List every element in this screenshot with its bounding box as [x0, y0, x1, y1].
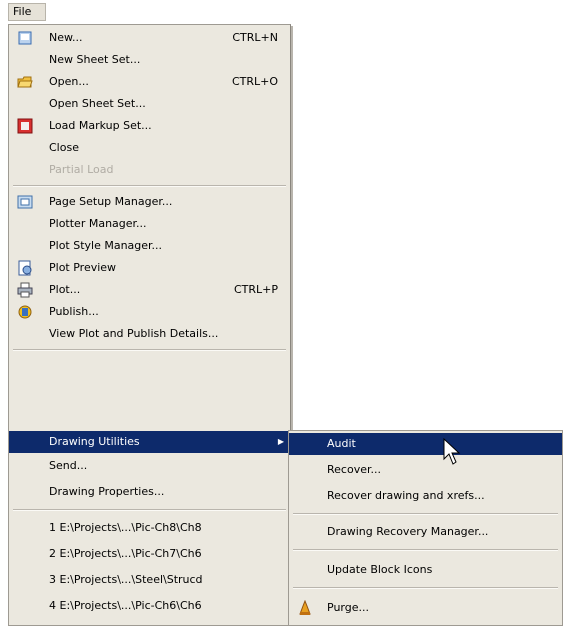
- menu-item-label: Plot...: [49, 283, 81, 296]
- menu-item-purge[interactable]: Purge...: [289, 597, 562, 619]
- open-folder-icon: [17, 74, 33, 90]
- page-setup-icon: [17, 194, 33, 210]
- menu-item-page-setup-manager[interactable]: Page Setup Manager...: [9, 191, 290, 213]
- recent-file-label: 1 E:\Projects\...\Pic-Ch8\Ch8: [49, 521, 202, 534]
- menu-item-label: Open Sheet Set...: [49, 97, 146, 110]
- menu-item-label: Publish...: [49, 305, 99, 318]
- menu-item-label: Send...: [49, 459, 88, 472]
- menu-item-view-plot-details[interactable]: View Plot and Publish Details...: [9, 323, 290, 345]
- recent-file-4[interactable]: 4 E:\Projects\...\Pic-Ch6\Ch6: [9, 595, 290, 617]
- menu-bar: File: [0, 0, 563, 24]
- menu-item-plot-preview[interactable]: Plot Preview: [9, 257, 290, 279]
- menu-item-load-markup-set[interactable]: Load Markup Set...: [9, 115, 290, 137]
- shortcut-label: CTRL+P: [233, 283, 278, 296]
- new-document-icon: [17, 30, 33, 46]
- menu-item-label: Drawing Utilities: [49, 435, 140, 448]
- menu-item-close[interactable]: Close: [9, 137, 290, 159]
- menu-item-label: New Sheet Set...: [49, 53, 141, 66]
- menu-item-label: Open...: [49, 75, 89, 88]
- menu-item-new-sheet-set[interactable]: New Sheet Set...: [9, 49, 290, 71]
- recent-file-2[interactable]: 2 E:\Projects\...\Pic-Ch7\Ch6: [9, 543, 290, 565]
- mouse-pointer-icon: [442, 437, 466, 470]
- menu-item-plot[interactable]: Plot... CTRL+P: [9, 279, 290, 301]
- menu-separator: [13, 509, 286, 511]
- menu-file[interactable]: File: [8, 3, 46, 21]
- menu-item-send[interactable]: Send...: [9, 455, 290, 477]
- menu-item-label: Audit: [327, 437, 356, 450]
- menu-separator: [293, 513, 558, 515]
- menu-item-label: Plot Preview: [49, 261, 117, 274]
- menu-separator: [13, 349, 286, 351]
- menu-item-label: Plot Style Manager...: [49, 239, 163, 252]
- shortcut-label: CTRL+N: [232, 31, 278, 44]
- menu-separator: [293, 587, 558, 589]
- recent-file-label: 3 E:\Projects\...\Steel\Strucd: [49, 573, 203, 586]
- recent-file-label: 2 E:\Projects\...\Pic-Ch7\Ch6: [49, 547, 202, 560]
- menu-item-audit[interactable]: Audit: [289, 433, 562, 455]
- menu-item-recovery-manager[interactable]: Drawing Recovery Manager...: [289, 521, 562, 543]
- recent-file-3[interactable]: 3 E:\Projects\...\Steel\Strucd: [9, 569, 290, 591]
- menu-item-label: Close: [49, 141, 79, 154]
- menu-item-partial-load: Partial Load: [9, 159, 290, 181]
- recent-file-label: 4 E:\Projects\...\Pic-Ch6\Ch6: [49, 599, 202, 612]
- menu-separator: [13, 185, 286, 187]
- menu-item-plot-style-manager[interactable]: Plot Style Manager...: [9, 235, 290, 257]
- menu-item-recover-drawing-xrefs[interactable]: Recover drawing and xrefs...: [289, 485, 562, 507]
- submenu-arrow-icon: ▶: [277, 437, 284, 446]
- file-menu: New... CTRL+N New Sheet Set... Open... C…: [8, 24, 291, 626]
- menu-item-label: View Plot and Publish Details...: [49, 327, 219, 340]
- markup-icon: [17, 118, 33, 134]
- menu-item-publish[interactable]: Publish...: [9, 301, 290, 323]
- menu-item-label: Drawing Recovery Manager...: [327, 525, 489, 538]
- menu-separator: [293, 549, 558, 551]
- menu-item-label: Load Markup Set...: [49, 119, 152, 132]
- menu-item-drawing-utilities[interactable]: Drawing Utilities ▶: [9, 431, 290, 453]
- menu-item-plotter-manager[interactable]: Plotter Manager...: [9, 213, 290, 235]
- menu-item-label: Update Block Icons: [327, 563, 433, 576]
- menu-item-label: Plotter Manager...: [49, 217, 147, 230]
- menu-item-open[interactable]: Open... CTRL+O: [9, 71, 290, 93]
- shortcut-label: CTRL+O: [231, 75, 278, 88]
- recent-file-1[interactable]: 1 E:\Projects\...\Pic-Ch8\Ch8: [9, 517, 290, 539]
- menu-item-new[interactable]: New... CTRL+N: [9, 27, 290, 49]
- printer-icon: [17, 282, 33, 298]
- menu-item-label: Partial Load: [49, 163, 114, 176]
- menu-item-open-sheet-set[interactable]: Open Sheet Set...: [9, 93, 290, 115]
- menu-item-label: Purge...: [327, 601, 369, 614]
- menu-item-label: Drawing Properties...: [49, 485, 165, 498]
- menu-item-recover[interactable]: Recover...: [289, 459, 562, 481]
- purge-icon: [297, 599, 313, 616]
- drawing-utilities-submenu: Audit Recover... Recover drawing and xre…: [288, 430, 563, 626]
- menu-item-update-block-icons[interactable]: Update Block Icons: [289, 559, 562, 581]
- menu-item-drawing-properties[interactable]: Drawing Properties...: [9, 481, 290, 503]
- menu-item-label: New...: [49, 31, 83, 44]
- menu-item-label: Recover...: [327, 463, 381, 476]
- plot-preview-icon: [17, 260, 33, 276]
- menu-item-label: Recover drawing and xrefs...: [327, 489, 485, 502]
- publish-icon: [17, 304, 33, 320]
- menu-item-label: Page Setup Manager...: [49, 195, 173, 208]
